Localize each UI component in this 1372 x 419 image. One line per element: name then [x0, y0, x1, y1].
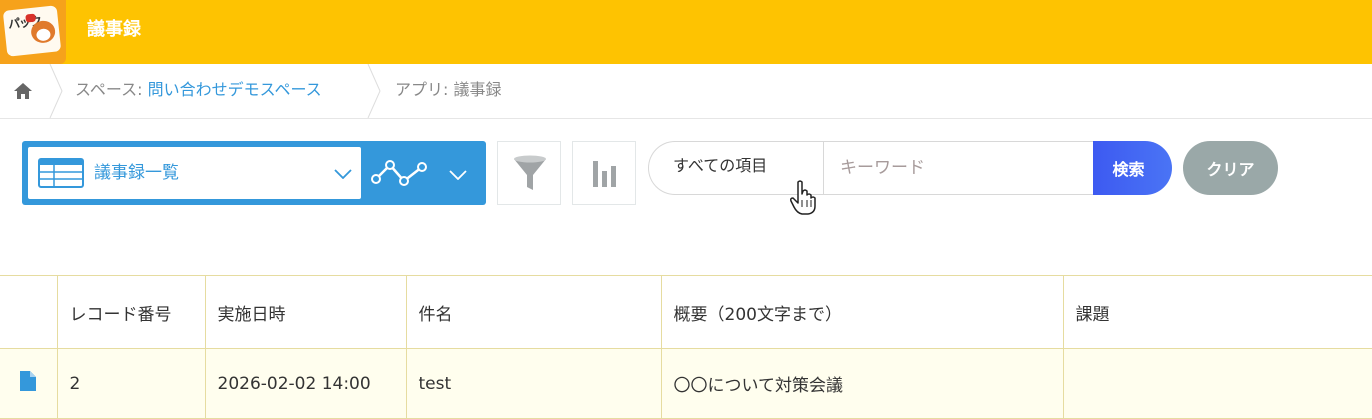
- view-name: 議事録一覧: [94, 163, 179, 183]
- search-button[interactable]: 検索: [1093, 141, 1172, 195]
- column-header-issue[interactable]: 課題: [1062, 275, 1372, 349]
- view-dropdown[interactable]: 議事録一覧: [28, 147, 361, 199]
- hand-cursor-icon: [790, 180, 816, 215]
- clear-button[interactable]: クリア: [1183, 141, 1278, 195]
- breadcrumb-separator-icon: [367, 64, 381, 118]
- app-header: パック 議事録: [0, 0, 1372, 64]
- column-header-icon: [0, 275, 58, 349]
- breadcrumb-space-link[interactable]: 問い合わせデモスペース: [148, 80, 322, 99]
- cell-datetime: 2026-02-02 14:00: [204, 348, 407, 419]
- record-detail-cell: [0, 348, 58, 419]
- view-selector: 議事録一覧: [22, 141, 486, 205]
- cell-subject: test: [405, 348, 662, 419]
- breadcrumb-app: アプリ: 議事録: [395, 80, 502, 99]
- breadcrumb-separator-icon: [49, 64, 63, 118]
- table-header-row: レコード番号 実施日時 件名 概要（200文字まで） 課題: [0, 275, 1372, 349]
- search-scope-label: すべての項目: [673, 156, 768, 175]
- chevron-down-icon: [334, 169, 352, 179]
- document-icon[interactable]: [19, 370, 37, 392]
- search-box: すべての項目 検索: [648, 141, 1172, 195]
- home-icon[interactable]: [12, 81, 34, 101]
- cell-issue: [1062, 348, 1372, 419]
- app-logo-icon[interactable]: パック: [0, 0, 66, 64]
- cell-record-number: 2: [56, 348, 206, 419]
- breadcrumb: スペース: 問い合わせデモスペース アプリ: 議事録: [0, 64, 1372, 119]
- bar-chart-icon: [593, 161, 616, 187]
- column-header-subject[interactable]: 件名: [405, 275, 662, 349]
- filter-button[interactable]: [497, 141, 561, 205]
- column-header-datetime[interactable]: 実施日時: [204, 275, 407, 349]
- chart-button[interactable]: [572, 141, 636, 205]
- table-view-icon: [38, 158, 84, 188]
- column-header-record-number[interactable]: レコード番号: [56, 275, 206, 349]
- search-input[interactable]: [823, 141, 1094, 195]
- breadcrumb-space-prefix: スペース:: [75, 80, 148, 99]
- app-title: 議事録: [87, 19, 141, 40]
- graph-chevron-down-icon[interactable]: [449, 170, 467, 180]
- cell-summary: 〇〇について対策会議: [660, 348, 1064, 419]
- table-row[interactable]: 2 2026-02-02 14:00 test 〇〇について対策会議: [0, 348, 1372, 419]
- records-table: レコード番号 実施日時 件名 概要（200文字まで） 課題 2 2026-02-…: [0, 275, 1372, 419]
- funnel-icon: [514, 155, 546, 190]
- graph-view-icon[interactable]: [371, 159, 429, 187]
- column-header-summary[interactable]: 概要（200文字まで）: [660, 275, 1064, 349]
- breadcrumb-space[interactable]: スペース: 問い合わせデモスペース: [75, 79, 322, 101]
